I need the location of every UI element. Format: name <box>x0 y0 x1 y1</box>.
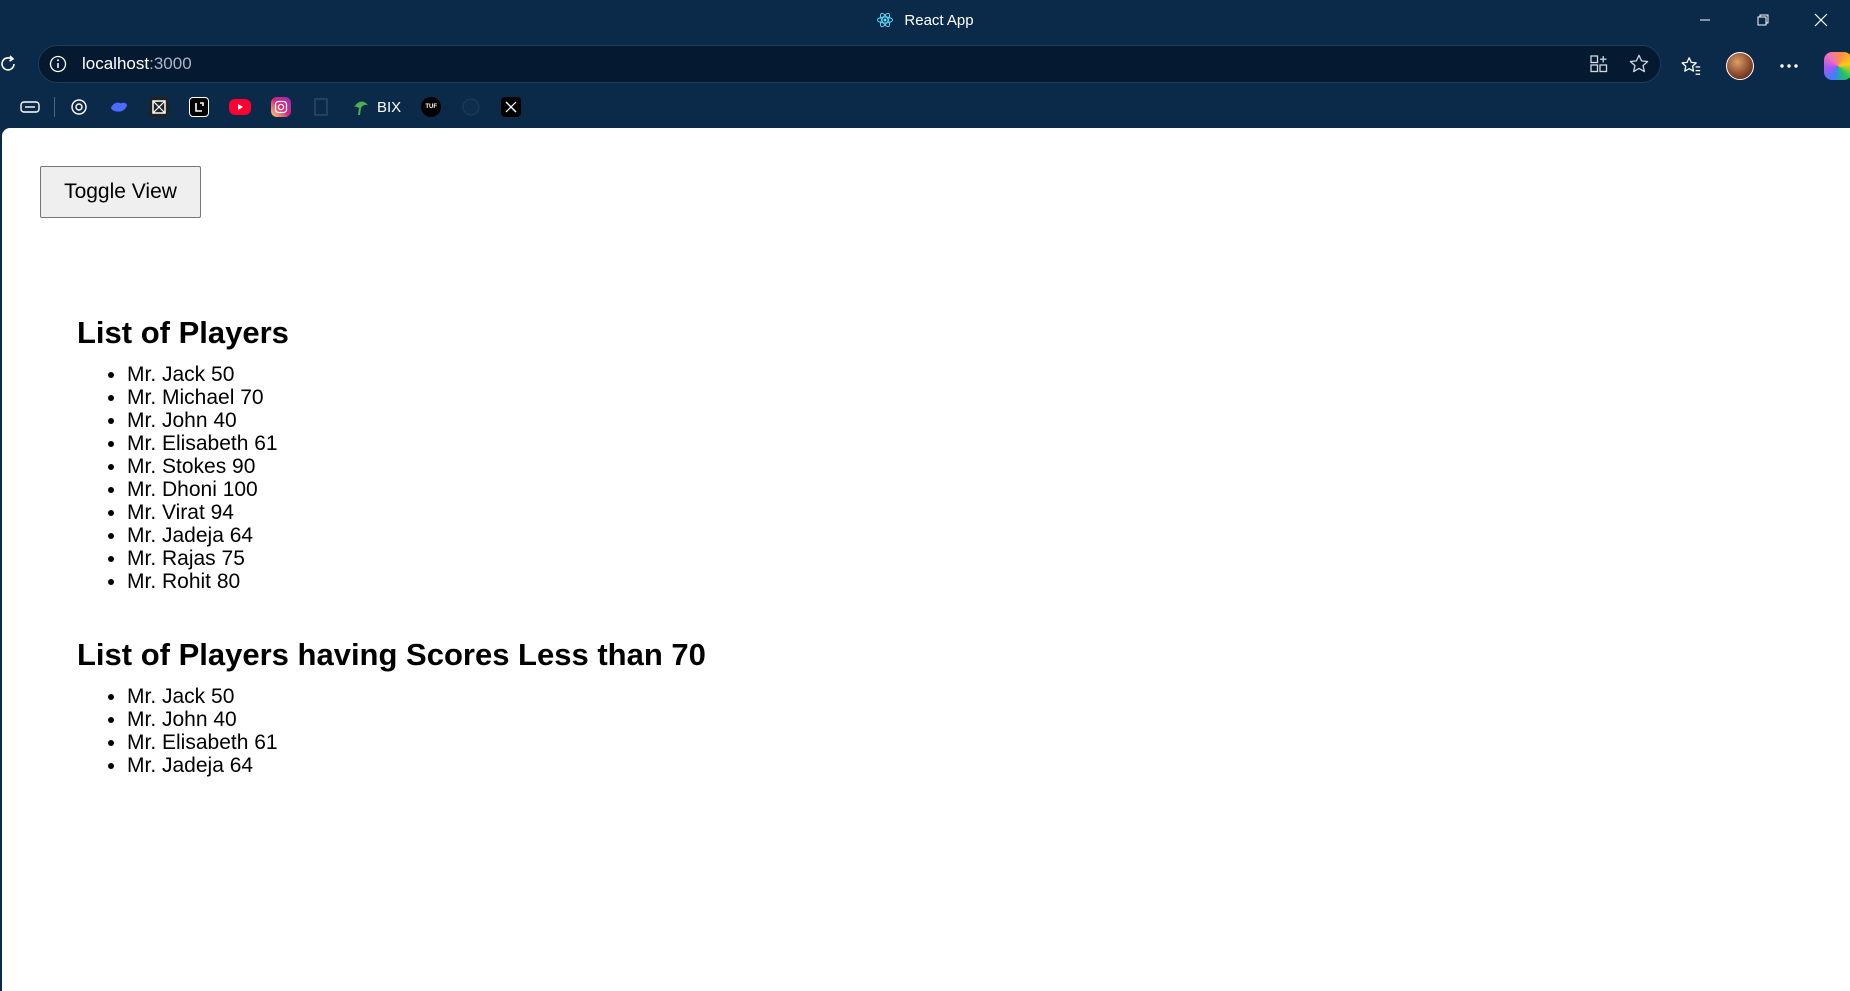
list-item: Mr. Stokes 90 <box>127 455 289 478</box>
window-title-text: React App <box>904 11 974 29</box>
toggle-view-button[interactable]: Toggle View <box>40 166 201 218</box>
low-scorers-section: List of Players having Scores Less than … <box>77 637 706 777</box>
list-item: Mr. Jadeja 64 <box>127 754 706 777</box>
url-host: localhost <box>82 54 150 73</box>
more-menu-icon[interactable] <box>1778 55 1800 77</box>
title-bar: React App <box>0 0 1850 40</box>
react-logo-icon <box>876 11 894 29</box>
list-item: Mr. Rohit 80 <box>127 570 289 593</box>
toolbar-right <box>1680 52 1850 80</box>
restore-button[interactable] <box>1734 0 1792 40</box>
low-scorers-heading: List of Players having Scores Less than … <box>77 637 706 672</box>
minimize-button[interactable] <box>1676 0 1734 40</box>
reload-icon <box>1 55 15 71</box>
list-item: Mr. Jack 50 <box>127 685 706 708</box>
close-button[interactable] <box>1792 0 1850 40</box>
low-scorers-list: Mr. Jack 50 Mr. John 40 Mr. Elisabeth 61… <box>77 685 706 777</box>
blank-icon[interactable] <box>311 97 331 117</box>
url-text[interactable]: localhost:3000 <box>82 46 192 82</box>
bookmarks-bar: BIX TUF <box>0 92 1850 122</box>
copilot-icon[interactable] <box>1824 52 1850 80</box>
youtube-icon[interactable] <box>229 99 251 115</box>
all-players-list: Mr. Jack 50 Mr. Michael 70 Mr. John 40 M… <box>77 363 289 593</box>
deepseek-icon[interactable] <box>109 97 129 117</box>
list-item: Mr. Jack 50 <box>127 363 289 386</box>
close-icon <box>1814 13 1828 27</box>
address-bar-actions <box>1588 53 1650 75</box>
chatgpt-icon[interactable] <box>69 97 89 117</box>
list-item: Mr. John 40 <box>127 409 289 432</box>
reload-button[interactable] <box>0 54 18 74</box>
list-item: Mr. Virat 94 <box>127 501 289 524</box>
window-controls <box>1676 0 1850 40</box>
browser-window: React App localhost:3000 BIX TUF Toggle … <box>0 0 1850 991</box>
x-icon[interactable] <box>501 97 522 117</box>
instagram-icon[interactable] <box>271 97 291 117</box>
page-content: Toggle View List of Players Mr. Jack 50 … <box>2 128 1850 991</box>
toolbar: localhost:3000 <box>0 42 1850 86</box>
all-players-heading: List of Players <box>77 315 289 350</box>
tab-icon[interactable] <box>20 97 40 117</box>
bix-label[interactable]: BIX <box>377 99 401 116</box>
minimize-icon <box>1700 19 1710 21</box>
leetcode-icon[interactable] <box>189 97 209 117</box>
app-icon[interactable] <box>149 97 169 117</box>
list-item: Mr. Elisabeth 61 <box>127 731 706 754</box>
profile-avatar[interactable] <box>1726 52 1754 80</box>
address-bar[interactable]: localhost:3000 <box>38 45 1661 83</box>
tuf-icon[interactable]: TUF <box>421 97 442 117</box>
restore-icon <box>1757 14 1769 26</box>
list-item: Mr. John 40 <box>127 708 706 731</box>
site-info-icon[interactable] <box>49 55 67 73</box>
list-item: Mr. Michael 70 <box>127 386 289 409</box>
bookmarks-divider <box>54 97 55 117</box>
list-item: Mr. Rajas 75 <box>127 547 289 570</box>
list-item: Mr. Jadeja 64 <box>127 524 289 547</box>
apps-grid-icon[interactable] <box>1588 53 1610 75</box>
list-item: Mr. Elisabeth 61 <box>127 432 289 455</box>
favorites-icon[interactable] <box>1680 55 1702 77</box>
bix-icon[interactable] <box>351 97 371 117</box>
list-item: Mr. Dhoni 100 <box>127 478 289 501</box>
window-title: React App <box>0 0 1850 40</box>
favorite-star-icon[interactable] <box>1628 53 1650 75</box>
url-port: :3000 <box>149 54 192 73</box>
github-icon[interactable] <box>461 97 481 117</box>
all-players-section: List of Players Mr. Jack 50 Mr. Michael … <box>77 315 289 593</box>
